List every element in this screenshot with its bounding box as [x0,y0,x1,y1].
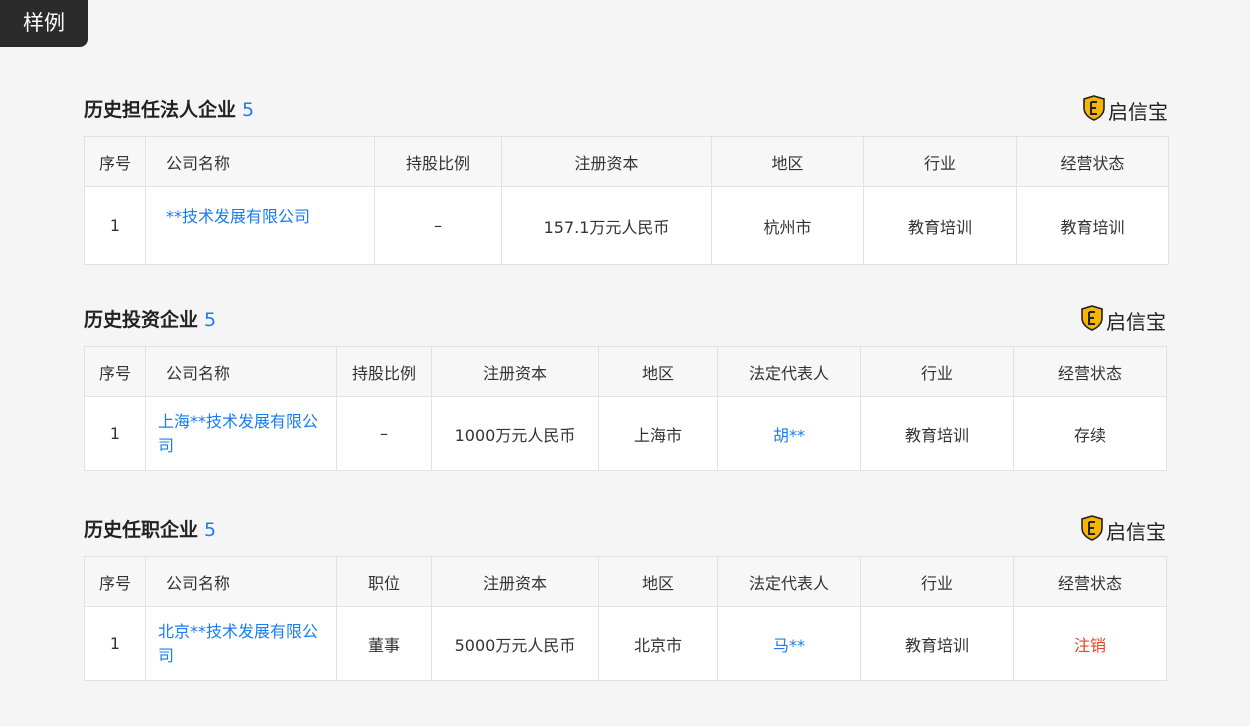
col-header: 公司名称 [145,556,337,607]
col-header: 公司名称 [145,346,337,397]
region: 北京市 [598,606,718,681]
industry: 教育培训 [860,606,1014,681]
business-status: 注销 [1013,606,1167,681]
brand-logo: 启信宝 [1081,304,1166,336]
row-number: 1 [84,186,146,265]
qixinbao-shield-icon [1081,304,1103,336]
status-cancelled: 注销 [1073,635,1106,655]
col-header: 序号 [84,346,146,397]
brand-name: 启信宝 [1108,99,1168,124]
legal-rep-table: 序号 公司名称 持股比例 注册资本 地区 行业 经营状态 1 **技术发展有限公… [84,136,1169,265]
sample-tag: 样例 [0,0,88,47]
legal-rep-name[interactable]: 胡** [773,426,805,445]
brand-name: 启信宝 [1106,309,1166,334]
col-header: 注册资本 [501,136,712,187]
table-header-row: 序号 公司名称 持股比例 注册资本 地区 法定代表人 行业 经营状态 [84,346,1167,397]
section-title: 历史任职企业 [84,519,199,541]
table-row: 1 北京**技术发展有限公司 董事 5000万元人民币 北京市 马** 教育培训… [84,606,1167,681]
table-row: 1 **技术发展有限公司 – 157.1万元人民币 杭州市 教育培训 教育培训 [84,186,1169,265]
section-count[interactable]: 5 [204,519,216,541]
col-header: 行业 [863,136,1017,187]
section-investment-history: 历史投资企业 5 启信宝 序号 公司名称 持股比例 注册资本 地区 法定代表人 行… [84,304,1167,471]
col-header: 注册资本 [431,346,599,397]
legal-rep-link[interactable]: 马** [717,606,861,681]
company-name[interactable]: **技术发展有限公司 [166,207,310,226]
investment-table: 序号 公司名称 持股比例 注册资本 地区 法定代表人 行业 经营状态 1 上海*… [84,346,1167,471]
col-header: 经营状态 [1013,556,1167,607]
company-name[interactable]: 北京**技术发展有限公司 [158,622,318,665]
section-header: 历史任职企业 5 启信宝 [84,514,1166,546]
row-number: 1 [84,606,146,681]
legal-rep-link[interactable]: 胡** [717,396,861,471]
section-count[interactable]: 5 [204,309,216,331]
legal-rep-name[interactable]: 马** [773,636,805,655]
table-header-row: 序号 公司名称 职位 注册资本 地区 法定代表人 行业 经营状态 [84,556,1167,607]
col-header: 法定代表人 [717,346,861,397]
section-title: 历史投资企业 [84,309,199,331]
registered-capital: 5000万元人民币 [431,606,599,681]
registered-capital: 1000万元人民币 [431,396,599,471]
section-title: 历史担任法人企业 [84,99,237,121]
col-header: 法定代表人 [717,556,861,607]
region: 上海市 [598,396,718,471]
col-header: 行业 [860,556,1014,607]
industry: 教育培训 [860,396,1014,471]
section-count[interactable]: 5 [242,99,254,121]
col-header: 持股比例 [374,136,502,187]
region: 杭州市 [711,186,864,265]
col-header: 序号 [84,556,146,607]
qixinbao-shield-icon [1083,94,1105,126]
col-header: 职位 [336,556,432,607]
business-status: 存续 [1013,396,1167,471]
share-ratio: – [336,396,432,471]
section-header: 历史投资企业 5 启信宝 [84,304,1166,336]
col-header: 注册资本 [431,556,599,607]
qixinbao-shield-icon [1081,514,1103,546]
industry: 教育培训 [863,186,1017,265]
brand-logo: 启信宝 [1081,514,1166,546]
section-legal-rep-history: 历史担任法人企业 5 启信宝 序号 公司名称 持股比例 注册资本 地区 行业 经营… [84,94,1169,265]
share-ratio: – [374,186,502,265]
col-header: 地区 [598,556,718,607]
company-link[interactable]: 上海**技术发展有限公司 [145,396,337,471]
section-position-history: 历史任职企业 5 启信宝 序号 公司名称 职位 注册资本 地区 法定代表人 行业 … [84,514,1167,681]
section-header: 历史担任法人企业 5 启信宝 [84,94,1168,126]
business-status: 教育培训 [1016,186,1169,265]
company-link[interactable]: **技术发展有限公司 [145,186,375,265]
registered-capital: 157.1万元人民币 [501,186,712,265]
col-header: 经营状态 [1016,136,1169,187]
brand-name: 启信宝 [1106,519,1166,544]
col-header: 地区 [598,346,718,397]
company-name[interactable]: 上海**技术发展有限公司 [158,412,318,455]
table-row: 1 上海**技术发展有限公司 – 1000万元人民币 上海市 胡** 教育培训 … [84,396,1167,471]
col-header: 地区 [711,136,864,187]
brand-logo: 启信宝 [1083,94,1168,126]
col-header: 经营状态 [1013,346,1167,397]
position-table: 序号 公司名称 职位 注册资本 地区 法定代表人 行业 经营状态 1 北京**技… [84,556,1167,681]
col-header: 行业 [860,346,1014,397]
table-header-row: 序号 公司名称 持股比例 注册资本 地区 行业 经营状态 [84,136,1169,187]
position: 董事 [336,606,432,681]
row-number: 1 [84,396,146,471]
company-link[interactable]: 北京**技术发展有限公司 [145,606,337,681]
col-header: 公司名称 [145,136,375,187]
col-header: 持股比例 [336,346,432,397]
col-header: 序号 [84,136,146,187]
